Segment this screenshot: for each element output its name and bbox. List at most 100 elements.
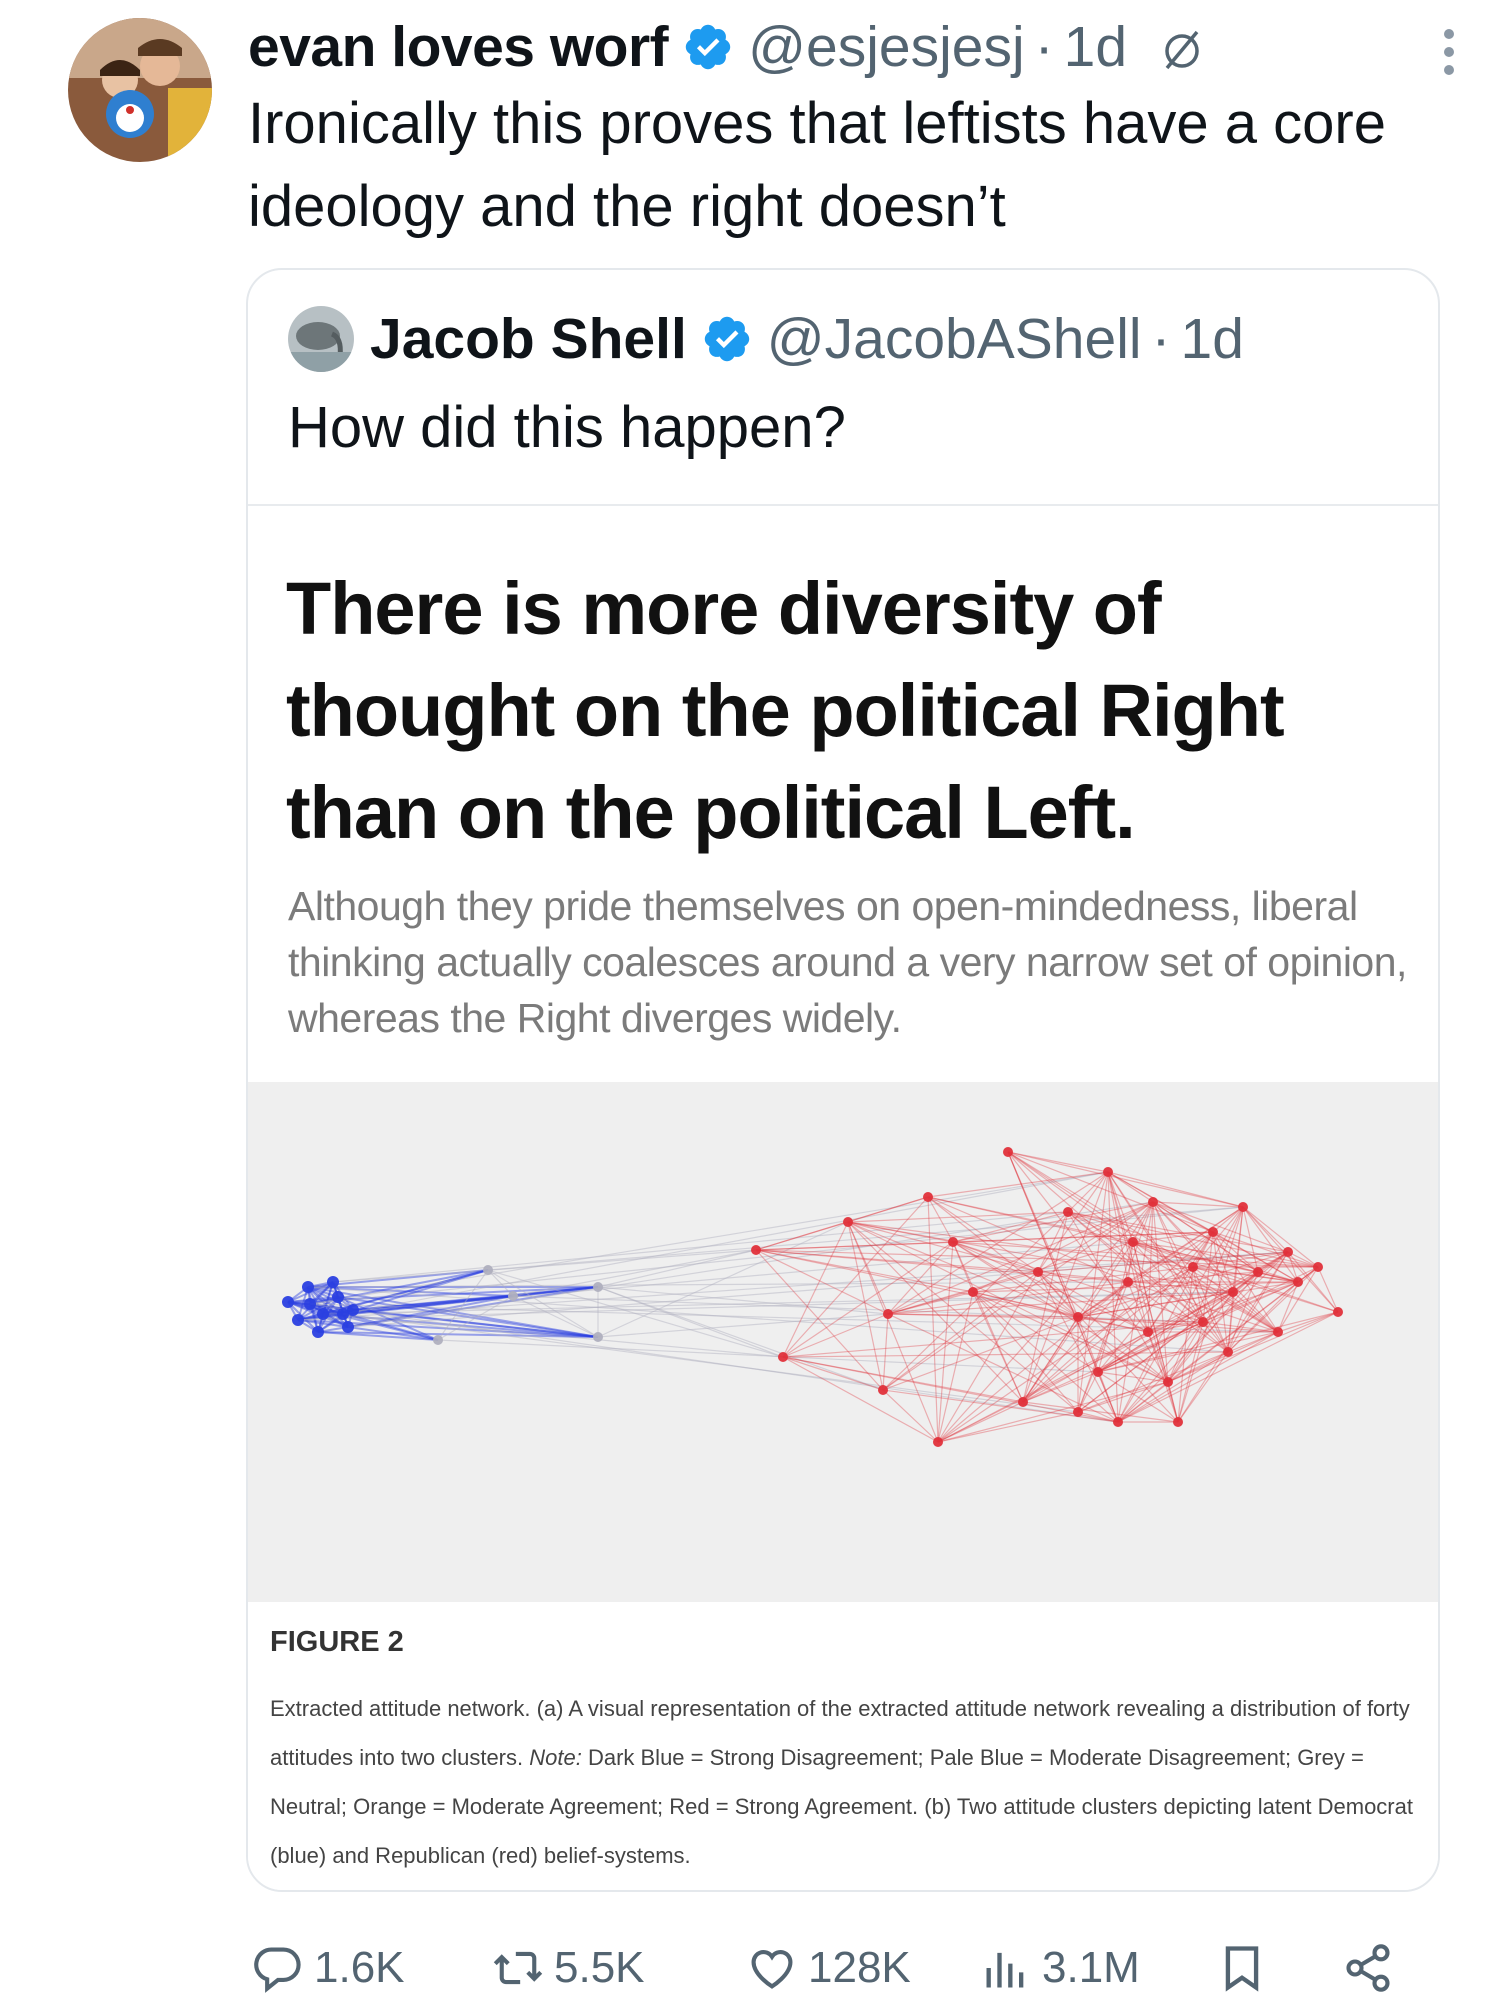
network-node bbox=[1073, 1312, 1083, 1322]
network-node bbox=[1073, 1407, 1083, 1417]
reply-icon bbox=[254, 1947, 301, 1993]
network-node bbox=[1148, 1197, 1158, 1207]
network-node bbox=[508, 1291, 518, 1301]
network-node bbox=[1033, 1267, 1043, 1277]
network-node bbox=[342, 1321, 354, 1333]
repost-button[interactable]: 5.5K bbox=[492, 1940, 645, 1993]
network-node bbox=[1003, 1147, 1013, 1157]
network-node bbox=[282, 1296, 294, 1308]
network-node bbox=[1063, 1207, 1073, 1217]
network-node bbox=[1188, 1262, 1198, 1272]
separator-dot: · bbox=[1151, 307, 1171, 371]
network-node bbox=[332, 1291, 344, 1303]
network-graph bbox=[282, 1147, 1343, 1447]
tweet-time[interactable]: 1d bbox=[1064, 14, 1127, 80]
network-node bbox=[483, 1265, 493, 1275]
network-node bbox=[1253, 1267, 1263, 1277]
tweet-text: Ironically this proves that leftists hav… bbox=[248, 91, 1386, 239]
network-node bbox=[1128, 1237, 1138, 1247]
network-edge bbox=[342, 1313, 1079, 1413]
like-button[interactable]: 128K bbox=[746, 1940, 911, 1993]
media-subheadline: Although they pride themselves on open-m… bbox=[288, 883, 1407, 1041]
network-node bbox=[1333, 1307, 1343, 1317]
views-button[interactable]: 3.1M bbox=[980, 1940, 1140, 1993]
network-node bbox=[878, 1385, 888, 1395]
network-node bbox=[883, 1309, 893, 1319]
figure-label: FIGURE 2 bbox=[270, 1626, 404, 1658]
quoted-author-handle[interactable]: @JacobAShell bbox=[767, 306, 1142, 372]
figure-caption: Extracted attitude network. (a) A visual… bbox=[270, 1684, 1420, 1880]
quoted-tweet[interactable]: Jacob Shell @JacobAShell · 1d How did th… bbox=[246, 268, 1440, 1892]
network-edge bbox=[597, 1286, 884, 1391]
quoted-tweet-text: How did this happen? bbox=[288, 395, 846, 460]
network-node bbox=[948, 1237, 958, 1247]
reply-button[interactable]: 1.6K bbox=[252, 1940, 405, 1993]
network-edges bbox=[287, 1151, 1339, 1443]
network-edge bbox=[332, 1211, 1069, 1283]
network-edge bbox=[1277, 1311, 1339, 1333]
quoted-tweet-time[interactable]: 1d bbox=[1181, 306, 1244, 372]
network-node bbox=[1113, 1417, 1123, 1427]
network-node bbox=[337, 1308, 349, 1320]
attitude-network-figure bbox=[248, 1082, 1438, 1602]
like-count: 128K bbox=[808, 1943, 911, 1992]
share-button[interactable] bbox=[1342, 1940, 1404, 1993]
like-icon bbox=[751, 1950, 793, 1989]
network-node bbox=[1293, 1277, 1303, 1287]
network-node bbox=[292, 1314, 304, 1326]
media-headline: There is more diversity of thought on th… bbox=[286, 567, 1285, 854]
author-avatar[interactable] bbox=[68, 18, 212, 162]
quoted-media-image[interactable]: There is more diversity of thought on th… bbox=[248, 506, 1438, 1890]
network-node bbox=[304, 1298, 316, 1310]
network-node bbox=[1143, 1327, 1153, 1337]
caption-note: Note: bbox=[529, 1745, 582, 1770]
quoted-tweet-header: Jacob Shell @JacobAShell · 1d bbox=[288, 304, 1244, 374]
network-node bbox=[593, 1332, 603, 1342]
network-node bbox=[1313, 1262, 1323, 1272]
network-edge bbox=[1317, 1266, 1339, 1313]
reply-count: 1.6K bbox=[314, 1943, 405, 1992]
network-edge bbox=[782, 1196, 929, 1358]
quoted-author-avatar[interactable] bbox=[288, 306, 354, 372]
network-edge bbox=[437, 1339, 1099, 1373]
network-node bbox=[1018, 1397, 1028, 1407]
share-icon bbox=[1346, 1944, 1390, 1992]
network-node bbox=[1273, 1327, 1283, 1337]
network-node bbox=[593, 1282, 603, 1292]
network-edge bbox=[882, 1313, 889, 1391]
bookmark-icon bbox=[1225, 1946, 1259, 1992]
action-bar: 1.6K 5.5K 128K 3.1M bbox=[252, 1940, 1432, 1993]
more-icon[interactable] bbox=[1434, 22, 1464, 82]
tweet-header: evan loves worf @esjesjesj · 1d bbox=[248, 12, 1464, 82]
network-node bbox=[1173, 1417, 1183, 1427]
network-node bbox=[1163, 1377, 1173, 1387]
network-node bbox=[968, 1287, 978, 1297]
network-node bbox=[327, 1276, 339, 1288]
verified-check-icon bbox=[682, 21, 734, 73]
network-node bbox=[1208, 1227, 1218, 1237]
views-icon bbox=[986, 1952, 1024, 1988]
separator-dot: · bbox=[1034, 15, 1054, 79]
network-edge bbox=[512, 1249, 757, 1297]
slash-circle-icon bbox=[1157, 22, 1207, 72]
views-count: 3.1M bbox=[1042, 1943, 1140, 1992]
repost-count: 5.5K bbox=[554, 1943, 645, 1992]
network-edge bbox=[342, 1171, 1109, 1315]
network-node bbox=[843, 1217, 853, 1227]
network-node bbox=[312, 1326, 324, 1338]
quoted-author-name[interactable]: Jacob Shell bbox=[370, 306, 687, 372]
network-node bbox=[1223, 1347, 1233, 1357]
network-node bbox=[1123, 1277, 1133, 1287]
repost-icon bbox=[493, 1951, 543, 1985]
author-name[interactable]: evan loves worf bbox=[248, 14, 669, 80]
network-node bbox=[923, 1192, 933, 1202]
author-handle[interactable]: @esjesjesj bbox=[748, 14, 1024, 80]
network-node bbox=[751, 1245, 761, 1255]
network-node bbox=[302, 1281, 314, 1293]
network-node bbox=[1198, 1317, 1208, 1327]
bookmark-button[interactable] bbox=[1216, 1940, 1278, 1993]
network-node bbox=[1228, 1287, 1238, 1297]
network-edge bbox=[782, 1356, 939, 1443]
network-node bbox=[433, 1335, 443, 1345]
network-node bbox=[1238, 1202, 1248, 1212]
